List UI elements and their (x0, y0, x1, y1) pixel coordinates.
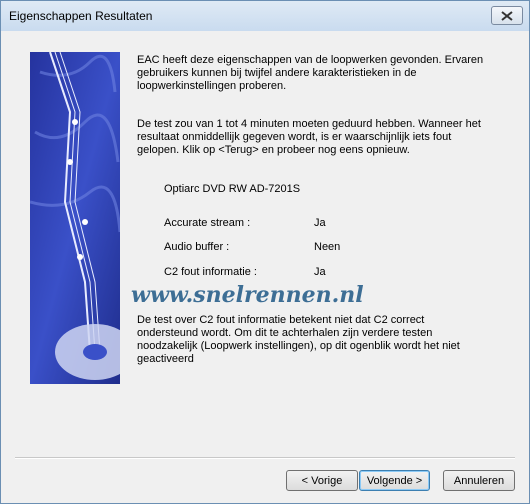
music-cd-image (30, 52, 120, 384)
feature-label: Accurate stream : (164, 217, 251, 229)
drive-name: Optiarc DVD RW AD-7201S (164, 183, 301, 195)
feature-label: C2 fout informatie : (164, 266, 257, 278)
close-button[interactable] (491, 6, 523, 25)
feature-value: Neen (314, 241, 341, 253)
intro-text: EAC heeft deze eigenschappen van de loop… (137, 54, 484, 92)
back-button[interactable]: < Vorige (286, 470, 358, 491)
feature-value: Ja (314, 266, 326, 278)
next-button[interactable]: Volgende > (359, 470, 430, 491)
dialog-window: Eigenschappen Resultaten EAC heeft deze … (0, 0, 530, 504)
title-bar: Eigenschappen Resultaten (1, 1, 529, 31)
watermark: www.snelrennen.nl (131, 282, 364, 308)
separator (15, 457, 515, 459)
window-title: Eigenschappen Resultaten (9, 9, 153, 23)
feature-value: Ja (314, 217, 326, 229)
test-note: De test zou van 1 tot 4 minuten moeten g… (137, 118, 481, 156)
cancel-button[interactable]: Annuleren (443, 470, 515, 491)
c2-note: De test over C2 fout informatie betekent… (137, 314, 460, 365)
feature-label: Audio buffer : (164, 241, 230, 253)
close-icon (501, 10, 513, 21)
